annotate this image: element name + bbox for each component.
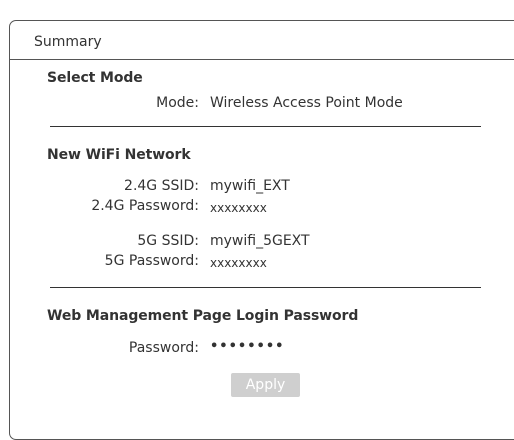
summary-panel: Summary Select Mode Mode: Wireless Acces…	[9, 20, 514, 440]
ssid-24-label: 2.4G SSID:	[124, 178, 199, 194]
mode-label: Mode:	[156, 95, 199, 111]
wifi-heading: New WiFi Network	[47, 147, 191, 163]
divider	[50, 126, 481, 127]
password-5-label: 5G Password:	[104, 253, 199, 269]
panel-header: Summary	[10, 21, 514, 60]
ssid-5-label: 5G SSID:	[137, 233, 199, 249]
apply-button[interactable]: Apply	[231, 373, 300, 397]
password-24-value: xxxxxxxx	[210, 201, 267, 215]
password-5-value: xxxxxxxx	[210, 256, 267, 270]
password-24-label: 2.4G Password:	[91, 198, 199, 214]
ssid-5-value: mywifi_5GEXT	[210, 233, 310, 249]
web-password-value: ••••••••	[210, 339, 285, 354]
web-password-label: Password:	[128, 340, 199, 356]
divider	[50, 287, 481, 288]
web-mgmt-heading: Web Management Page Login Password	[47, 308, 359, 324]
select-mode-heading: Select Mode	[47, 70, 143, 86]
panel-title: Summary	[34, 34, 102, 50]
mode-value: Wireless Access Point Mode	[210, 95, 403, 111]
ssid-24-value: mywifi_EXT	[210, 178, 290, 194]
